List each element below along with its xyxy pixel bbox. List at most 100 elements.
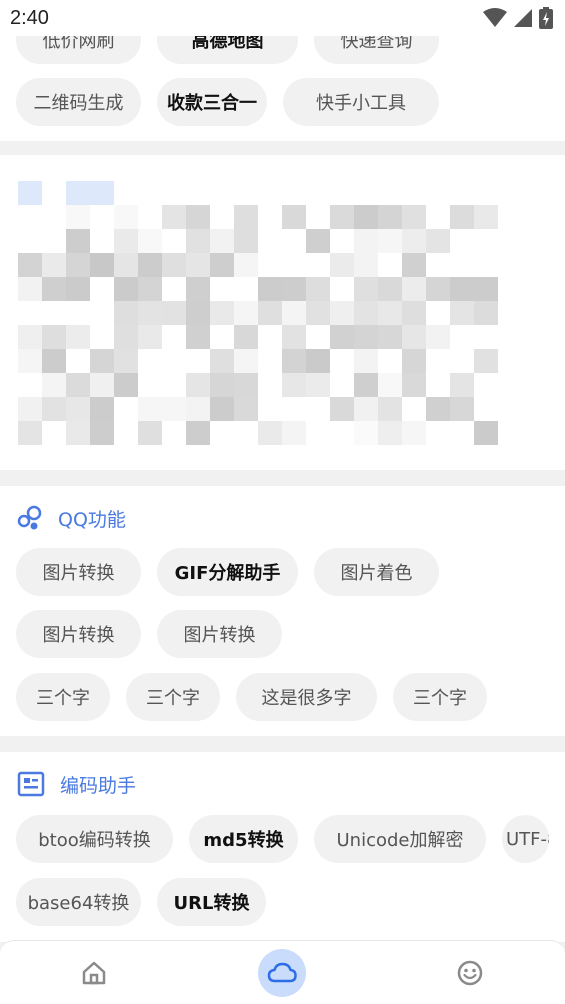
pixel-block xyxy=(450,205,474,229)
status-time: 2:40 xyxy=(10,6,49,29)
pixel-block xyxy=(42,349,66,373)
qq-chip[interactable]: 三个字 xyxy=(16,673,110,721)
pixel-block xyxy=(378,229,402,253)
pixel-block xyxy=(138,229,162,253)
pixel-block xyxy=(186,229,210,253)
pixel-block xyxy=(186,325,210,349)
status-icons xyxy=(483,7,553,29)
pixel-block xyxy=(162,397,186,421)
bottom-nav xyxy=(0,940,565,1004)
pixel-block xyxy=(210,301,234,325)
pixel-block xyxy=(138,253,162,277)
nav-home[interactable] xyxy=(70,949,118,997)
pixel-block xyxy=(138,277,162,301)
pixel-block xyxy=(330,205,354,229)
pixel-block xyxy=(138,301,162,325)
pixel-block xyxy=(210,349,234,373)
tool-chip[interactable]: 收款三合一 xyxy=(157,78,267,126)
pixel-block xyxy=(90,181,114,205)
code-card-icon xyxy=(17,771,45,797)
pixel-block xyxy=(186,253,210,277)
pixel-block xyxy=(114,205,138,229)
pixel-block xyxy=(138,421,162,445)
pixel-block xyxy=(162,205,186,229)
pixel-block xyxy=(354,253,378,277)
pixel-block xyxy=(354,421,378,445)
pixel-block xyxy=(210,229,234,253)
pixel-block xyxy=(234,253,258,277)
pixel-block xyxy=(450,277,474,301)
pixel-block xyxy=(450,397,474,421)
pixel-block xyxy=(210,253,234,277)
pixel-block xyxy=(426,277,450,301)
pixel-block xyxy=(90,349,114,373)
nav-profile[interactable] xyxy=(446,949,494,997)
pixel-block xyxy=(402,301,426,325)
encode-section: 编码助手 btoo编码转换 md5转换 Unicode加解密 UTF-8 bas… xyxy=(0,752,565,942)
pixel-block xyxy=(402,373,426,397)
pixel-block xyxy=(282,421,306,445)
pixel-block xyxy=(66,325,90,349)
pixel-block xyxy=(42,277,66,301)
encode-chip[interactable]: URL转换 xyxy=(157,878,266,926)
tool-chip[interactable]: 二维码生成 xyxy=(16,78,141,126)
pixel-block xyxy=(378,205,402,229)
qq-chip[interactable]: 图片转换 xyxy=(16,610,141,658)
pixel-block xyxy=(42,253,66,277)
pixel-block xyxy=(66,253,90,277)
tool-chip[interactable]: 快手小工具 xyxy=(283,78,439,126)
pixel-block xyxy=(426,325,450,349)
pixel-block xyxy=(66,205,90,229)
pixel-block xyxy=(114,373,138,397)
pixelated-content-card xyxy=(0,155,565,470)
pixel-block xyxy=(426,229,450,253)
pixel-block xyxy=(354,205,378,229)
qq-chip[interactable]: 三个字 xyxy=(393,673,487,721)
qq-chip[interactable]: 三个字 xyxy=(126,673,220,721)
pixel-block xyxy=(354,397,378,421)
pixel-block xyxy=(354,301,378,325)
qq-chip[interactable]: 图片着色 xyxy=(314,548,439,596)
pixel-block xyxy=(378,373,402,397)
pixel-block xyxy=(282,373,306,397)
pixel-block xyxy=(90,421,114,445)
qq-chip[interactable]: 图片转换 xyxy=(157,610,282,658)
pixel-block xyxy=(114,229,138,253)
encode-section-title: 编码助手 xyxy=(60,774,137,797)
pixel-block xyxy=(354,229,378,253)
pixel-block xyxy=(18,277,42,301)
pixel-block xyxy=(306,229,330,253)
pixel-block xyxy=(402,277,426,301)
encode-chip[interactable]: Unicode加解密 xyxy=(314,815,486,863)
pixel-block xyxy=(114,349,138,373)
pixel-block xyxy=(402,253,426,277)
pixel-block xyxy=(330,253,354,277)
pixel-block xyxy=(330,397,354,421)
home-icon xyxy=(82,961,106,985)
qq-section-title: QQ功能 xyxy=(58,508,126,531)
qq-chip[interactable]: 这是很多字 xyxy=(236,673,377,721)
pixel-block xyxy=(330,325,354,349)
encode-chip[interactable]: md5转换 xyxy=(189,815,298,863)
pixel-block xyxy=(330,301,354,325)
pixel-block xyxy=(186,301,210,325)
pixel-block xyxy=(42,397,66,421)
pixel-block xyxy=(402,229,426,253)
qq-chip[interactable]: 图片转换 xyxy=(16,548,141,596)
encode-chip[interactable]: UTF-8 xyxy=(502,815,549,863)
pixel-block xyxy=(234,301,258,325)
pixel-block xyxy=(306,373,330,397)
qq-chip[interactable]: GIF分解助手 xyxy=(157,548,298,596)
encode-chip[interactable]: base64转换 xyxy=(16,878,141,926)
pixel-block xyxy=(378,277,402,301)
encode-section-header: 编码助手 xyxy=(16,770,136,798)
encode-chip[interactable]: btoo编码转换 xyxy=(16,815,173,863)
pixel-block xyxy=(306,349,330,373)
pixel-block xyxy=(354,349,378,373)
pixel-block xyxy=(474,277,498,301)
nav-cloud[interactable] xyxy=(258,949,306,997)
pixel-block xyxy=(354,277,378,301)
pixel-block xyxy=(66,277,90,301)
pixel-block xyxy=(18,253,42,277)
pixel-block xyxy=(234,397,258,421)
